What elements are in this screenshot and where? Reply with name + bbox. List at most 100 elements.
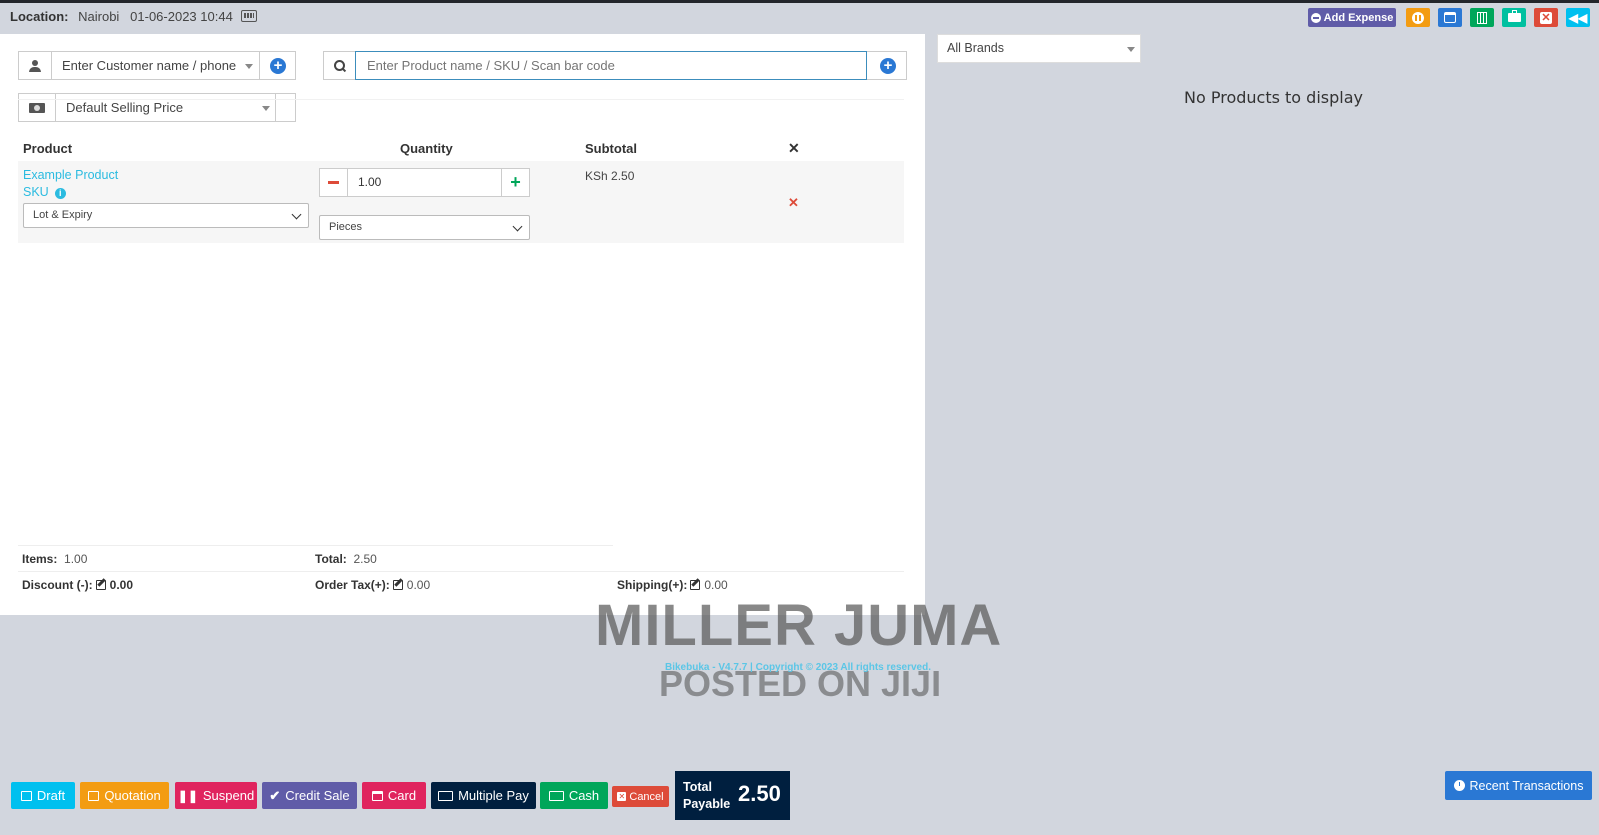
discount-row: Discount (-): 0.00 — [22, 578, 133, 592]
edit-tax-icon[interactable] — [392, 580, 403, 590]
credit-sale-label: Credit Sale — [285, 788, 350, 803]
table-top-border — [18, 99, 904, 100]
card-label: Card — [387, 788, 417, 803]
total-value: 2.50 — [353, 552, 377, 566]
close-icon: ✕ — [617, 792, 627, 801]
items-value: 1.00 — [64, 552, 88, 566]
col-header-subtotal: Subtotal — [585, 141, 637, 156]
order-tax-value: 0.00 — [406, 578, 431, 592]
total-payable-line1: Total — [683, 780, 712, 794]
cancel-button[interactable]: ✕ Cancel — [612, 786, 669, 807]
total-payable: Total Payable 2.50 — [675, 771, 790, 820]
total-payable-value: 2.50 — [738, 781, 781, 806]
increase-quantity-button[interactable]: + — [501, 169, 529, 196]
info-icon[interactable]: i — [54, 188, 66, 199]
cash-label: Cash — [568, 788, 600, 803]
suspend-button[interactable]: ❚❚ Suspend — [175, 782, 257, 809]
decrease-quantity-button[interactable] — [320, 169, 348, 196]
watermark-name: MILLER JUMA — [595, 593, 1003, 658]
location-info: Location: Nairobi 01-06-2023 10:44 — [10, 9, 258, 24]
product-name-link[interactable]: Example Product — [23, 168, 118, 182]
total-amount: Total: 2.50 — [315, 552, 377, 566]
money-icon — [548, 790, 564, 801]
search-icon — [324, 52, 356, 79]
lot-expiry-select[interactable]: Lot & Expiry — [23, 203, 309, 228]
multiple-pay-label: Multiple Pay — [458, 788, 529, 803]
shipping-value: 0.00 — [704, 578, 728, 592]
no-products-message: No Products to display — [1184, 88, 1363, 107]
briefcase-icon — [1507, 10, 1521, 22]
check-icon: ✔ — [269, 787, 281, 803]
credit-sale-button[interactable]: ✔ Credit Sale — [262, 782, 357, 809]
brand-value: All Brands — [947, 41, 1004, 55]
price-group-select[interactable]: Default Selling Price — [66, 100, 183, 115]
customer-select[interactable]: Enter Customer name / phone — [62, 58, 236, 73]
calculator-icon — [1477, 11, 1487, 24]
totals-divider — [18, 545, 613, 546]
plus-icon: + — [510, 172, 521, 192]
chevron-down-icon — [512, 221, 523, 232]
add-expense-button[interactable]: Add Expense — [1308, 8, 1396, 27]
edit-discount-icon[interactable] — [95, 580, 106, 590]
card-button[interactable]: Card — [362, 782, 426, 809]
plus-circle-icon: + — [270, 57, 286, 74]
unit-select[interactable]: Pieces — [319, 215, 530, 240]
copyright-text: Bikebuka - V4.7.7 | Copyright © 2023 All… — [665, 662, 932, 673]
add-product-button[interactable]: + — [870, 52, 906, 79]
quantity-stepper: 1.00 + — [319, 168, 530, 197]
location-label: Location: — [10, 9, 69, 24]
clear-all-icon[interactable]: ✕ — [788, 140, 800, 157]
go-back-button[interactable]: ◀◀ — [1566, 8, 1590, 27]
recent-transactions-button[interactable]: Recent Transactions — [1445, 771, 1592, 800]
current-datetime: 01-06-2023 10:44 — [130, 9, 233, 24]
cancel-label: Cancel — [629, 790, 664, 803]
pause-icon — [1412, 11, 1424, 24]
multiple-pay-button[interactable]: Multiple Pay — [431, 782, 536, 809]
chevron-down-icon — [291, 209, 302, 220]
remove-row-icon[interactable]: ✕ — [788, 195, 799, 211]
minus-circle-icon — [1310, 12, 1321, 23]
edit-shipping-icon[interactable] — [690, 580, 701, 590]
col-header-quantity: Quantity — [400, 141, 453, 156]
price-group-select-group: Default Selling Price — [18, 93, 296, 122]
pos-header: Location: Nairobi 01-06-2023 10:44 Add E… — [0, 3, 1599, 29]
credit-card-icon — [371, 790, 383, 801]
edit-icon — [88, 790, 100, 801]
user-icon — [19, 52, 52, 79]
shipping-label: Shipping(+): — [617, 578, 688, 592]
total-payable-line2: Payable — [683, 797, 731, 811]
quotation-button[interactable]: Quotation — [80, 782, 169, 809]
calculator-button[interactable] — [1470, 8, 1494, 27]
caret-down-icon — [245, 64, 253, 69]
draft-button[interactable]: Draft — [11, 782, 75, 809]
product-search-input[interactable] — [355, 51, 867, 80]
draft-label: Draft — [36, 788, 66, 803]
window-button[interactable] — [1438, 8, 1462, 27]
add-customer-button[interactable]: + — [259, 52, 296, 79]
plus-circle-icon: + — [880, 57, 896, 74]
discount-value: 0.00 — [109, 578, 134, 592]
items-label: Items: — [22, 552, 58, 566]
cash-button[interactable]: Cash — [540, 782, 608, 809]
brand-select[interactable]: All Brands — [937, 34, 1141, 63]
pause-icon: ❚❚ — [177, 788, 198, 803]
quotation-label: Quotation — [104, 788, 161, 803]
row-subtotal: KSh 2.50 — [585, 169, 635, 183]
product-sku: SKU i — [23, 185, 66, 199]
lot-expiry-value: Lot & Expiry — [33, 209, 93, 221]
recent-transactions-label: Recent Transactions — [1469, 778, 1584, 793]
close-register-button[interactable]: ✕ — [1534, 8, 1558, 27]
briefcase-button[interactable] — [1502, 8, 1526, 27]
customer-select-group: Enter Customer name / phone + — [18, 51, 296, 80]
discount-label: Discount (-): — [22, 578, 93, 592]
pause-button[interactable] — [1406, 8, 1430, 27]
order-tax-row: Order Tax(+): 0.00 — [315, 578, 430, 592]
edit-icon — [20, 790, 32, 801]
keyboard-icon[interactable] — [241, 10, 258, 22]
add-expense-label: Add Expense — [1323, 11, 1394, 24]
close-icon: ✕ — [1540, 11, 1552, 24]
quantity-input[interactable]: 1.00 — [358, 175, 381, 189]
product-sku-text: SKU — [23, 185, 49, 199]
totals-divider-2 — [18, 571, 904, 572]
location-name: Nairobi — [78, 9, 120, 24]
